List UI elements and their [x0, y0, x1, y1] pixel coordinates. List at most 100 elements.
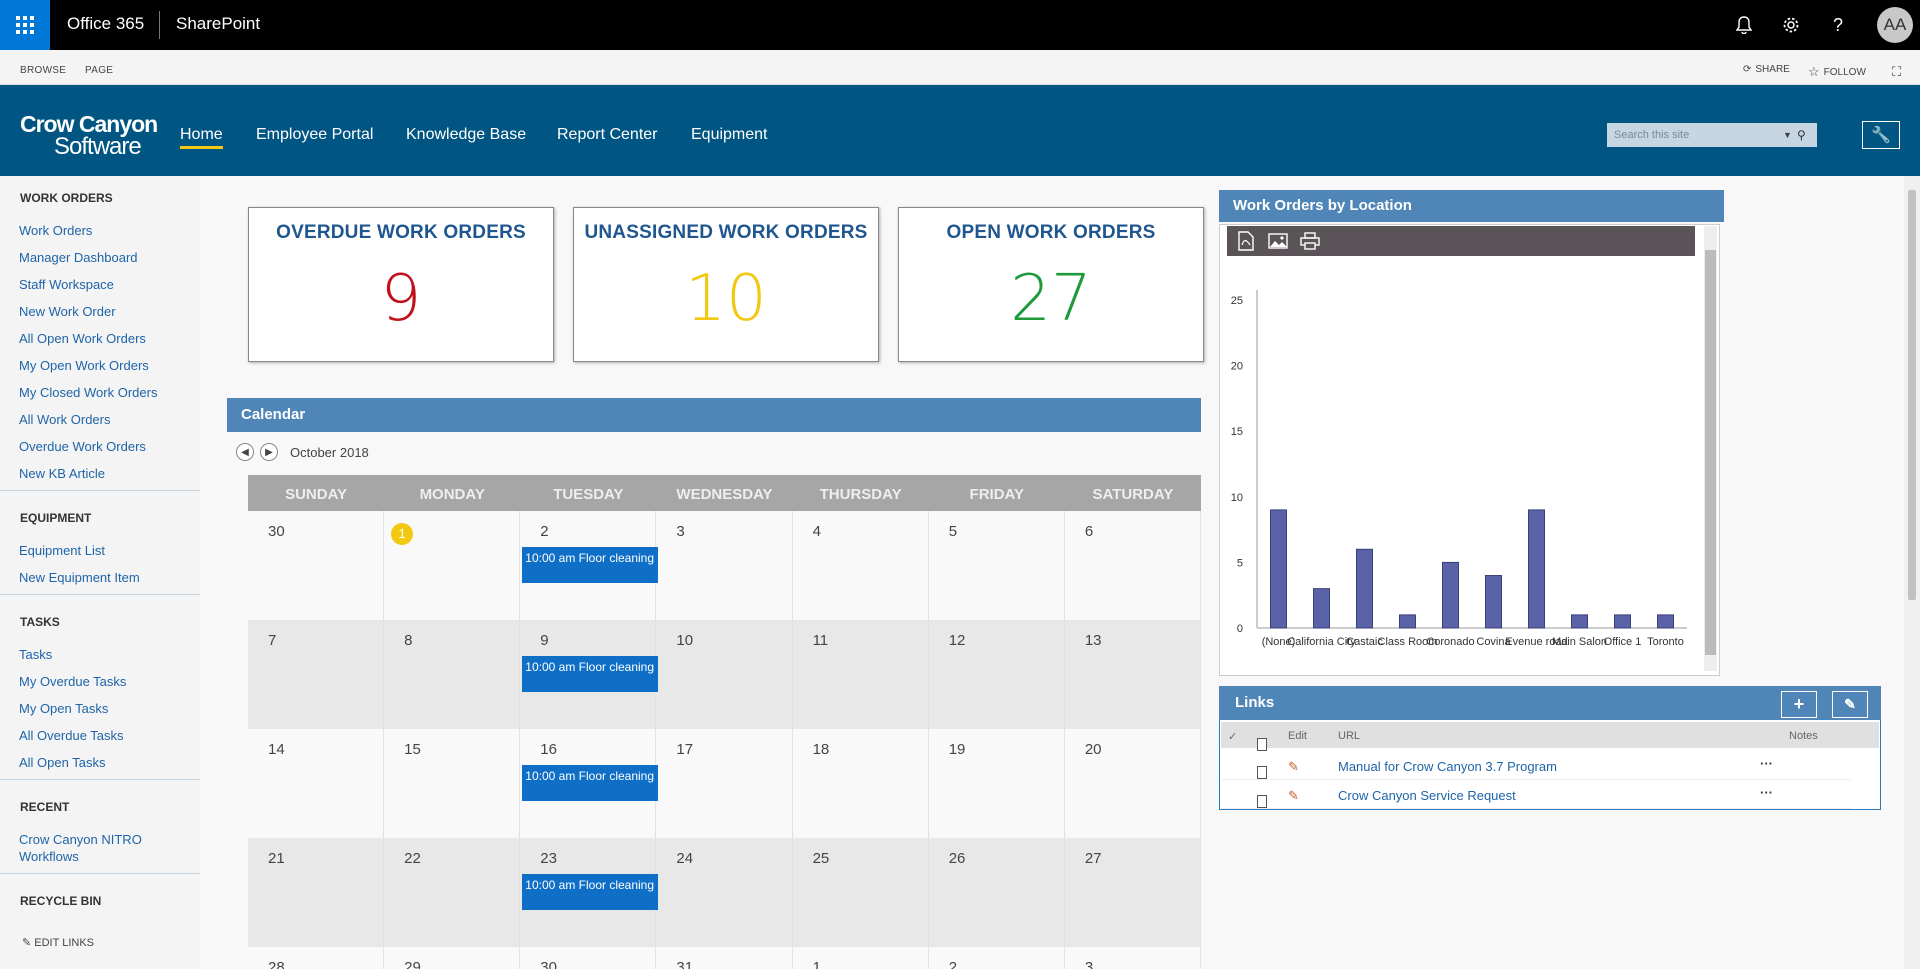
print-icon[interactable] [1299, 231, 1321, 251]
chart-scrollbar[interactable] [1704, 226, 1717, 671]
calendar-day-cell[interactable]: 23 10:00 am Floor cleaning [520, 838, 659, 947]
add-link-button[interactable]: + [1781, 691, 1817, 718]
calendar-day-cell[interactable]: 19 [929, 729, 1065, 838]
next-month-icon[interactable]: ▶ [260, 443, 278, 461]
calendar-day-cell[interactable]: 27 [1065, 838, 1201, 947]
topnav-equipment[interactable]: Equipment [691, 126, 768, 144]
column-edit[interactable]: Edit [1288, 730, 1307, 742]
nav-item-all-work-orders[interactable]: All Work Orders [19, 412, 111, 427]
nav-item-workflows[interactable]: Workflows [19, 849, 79, 864]
calendar-day-cell[interactable]: 9 10:00 am Floor cleaning [520, 620, 659, 729]
nav-recycle-bin[interactable]: RECYCLE BIN [20, 894, 101, 908]
nav-item-new-work-order[interactable]: New Work Order [19, 304, 116, 319]
column-notes[interactable]: Notes [1789, 730, 1818, 742]
more-options-icon[interactable]: ··· [1760, 756, 1773, 771]
calendar-day-cell[interactable]: 5 [929, 511, 1065, 620]
topnav-employee-portal[interactable]: Employee Portal [256, 126, 373, 144]
calendar-day-cell[interactable]: 16 10:00 am Floor cleaning [520, 729, 659, 838]
calendar-day-cell[interactable]: 1 [384, 511, 521, 620]
nav-item-all-overdue-tasks[interactable]: All Overdue Tasks [19, 728, 124, 743]
select-all-checkmark-icon[interactable]: ✓ [1228, 730, 1237, 743]
calendar-day-cell[interactable]: 29 [384, 947, 521, 969]
calendar-event[interactable]: 10:00 am Floor cleaning [522, 765, 659, 801]
table-row[interactable]: ✎ Crow Canyon Service Request ··· [1221, 781, 1851, 809]
edit-item-icon[interactable]: ✎ [1288, 788, 1299, 804]
bell-icon[interactable] [1731, 12, 1757, 38]
calendar-day-cell[interactable]: 25 [793, 838, 929, 947]
tab-browse[interactable]: BROWSE [20, 65, 66, 76]
calendar-day-cell[interactable]: 10 [656, 620, 793, 729]
nav-item-new-kb-article[interactable]: New KB Article [19, 466, 105, 481]
nav-item-equipment-list[interactable]: Equipment List [19, 543, 105, 558]
nav-item-my-overdue-tasks[interactable]: My Overdue Tasks [19, 674, 126, 689]
nav-item-tasks[interactable]: Tasks [19, 647, 52, 662]
pdf-icon[interactable] [1235, 231, 1257, 251]
calendar-event[interactable]: 10:00 am Floor cleaning [522, 874, 659, 910]
nav-item-work-orders[interactable]: Work Orders [19, 223, 92, 238]
focus-content-icon[interactable]: ⛶ [1892, 64, 1901, 80]
nav-item-all-open-work-orders[interactable]: All Open Work Orders [19, 331, 146, 346]
help-icon[interactable]: ? [1825, 12, 1851, 38]
column-url[interactable]: URL [1338, 730, 1360, 742]
nav-item-my-open-tasks[interactable]: My Open Tasks [19, 701, 108, 716]
calendar-day-cell[interactable]: 12 [929, 620, 1065, 729]
calendar-event[interactable]: 10:00 am Floor cleaning [522, 656, 659, 692]
kpi-overdue-work-orders[interactable]: OVERDUE WORK ORDERS 9 [248, 207, 554, 362]
calendar-day-cell[interactable]: 11 [793, 620, 929, 729]
edit-item-icon[interactable]: ✎ [1288, 759, 1299, 775]
office365-link[interactable]: Office 365 [67, 14, 144, 34]
nav-heading-tasks[interactable]: TASKS [20, 615, 60, 629]
share-button[interactable]: ⟳ SHARE [1743, 64, 1790, 75]
calendar-day-cell[interactable]: 3 [1065, 947, 1201, 969]
site-settings-button[interactable]: 🔧 [1862, 121, 1900, 149]
nav-heading-equipment[interactable]: EQUIPMENT [20, 511, 91, 525]
calendar-day-cell[interactable]: 8 [384, 620, 521, 729]
edit-links-list-button[interactable]: ✎ [1832, 691, 1868, 718]
calendar-day-cell[interactable]: 15 [384, 729, 521, 838]
calendar-day-cell[interactable]: 3 [656, 511, 793, 620]
calendar-day-cell[interactable]: 17 [656, 729, 793, 838]
sharepoint-link[interactable]: SharePoint [176, 14, 260, 34]
calendar-day-cell[interactable]: 6 [1065, 511, 1201, 620]
previous-month-icon[interactable]: ◀ [236, 443, 254, 461]
nav-heading-recent[interactable]: RECENT [20, 800, 69, 814]
nav-item-new-equipment-item[interactable]: New Equipment Item [19, 570, 140, 585]
nav-item-all-open-tasks[interactable]: All Open Tasks [19, 755, 105, 770]
topnav-knowledge-base[interactable]: Knowledge Base [406, 126, 526, 144]
link-url[interactable]: Manual for Crow Canyon 3.7 Program [1338, 759, 1557, 774]
chart-scrollbar-thumb[interactable] [1705, 250, 1716, 655]
site-logo[interactable]: Crow Canyon Software [20, 113, 160, 159]
calendar-day-cell[interactable]: 1 [793, 947, 929, 969]
search-scope-dropdown-icon[interactable]: ▼ [1783, 130, 1797, 140]
calendar-day-cell[interactable]: 2 10:00 am Floor cleaning [520, 511, 659, 620]
nav-heading-work-orders[interactable]: WORK ORDERS [20, 191, 113, 205]
calendar-event[interactable]: 10:00 am Floor cleaning [522, 547, 659, 583]
nav-item-crow-canyon-nitro[interactable]: Crow Canyon NITRO [19, 832, 142, 847]
calendar-day-cell[interactable]: 13 [1065, 620, 1201, 729]
calendar-day-cell[interactable]: 30 [520, 947, 657, 969]
search-input[interactable]: Search this site [1607, 129, 1783, 141]
kpi-unassigned-work-orders[interactable]: UNASSIGNED WORK ORDERS 10 [573, 207, 879, 362]
calendar-day-cell[interactable]: 20 [1065, 729, 1201, 838]
calendar-day-cell[interactable]: 7 [248, 620, 385, 729]
nav-item-staff-workspace[interactable]: Staff Workspace [19, 277, 114, 292]
kpi-open-work-orders[interactable]: OPEN WORK ORDERS 27 [898, 207, 1204, 362]
calendar-day-cell[interactable]: 14 [248, 729, 385, 838]
avatar[interactable]: AA [1877, 7, 1913, 43]
calendar-day-cell[interactable]: 22 [384, 838, 521, 947]
calendar-day-cell[interactable]: 2 [929, 947, 1065, 969]
calendar-day-cell[interactable]: 21 [248, 838, 385, 947]
topnav-home[interactable]: Home [180, 126, 223, 149]
gear-icon[interactable] [1778, 12, 1804, 38]
follow-button[interactable]: ☆ FOLLOW [1808, 64, 1866, 80]
image-icon[interactable] [1267, 231, 1289, 251]
calendar-day-cell[interactable]: 28 [248, 947, 385, 969]
calendar-day-cell[interactable]: 24 [656, 838, 793, 947]
nav-item-overdue-work-orders[interactable]: Overdue Work Orders [19, 439, 146, 454]
page-scrollbar[interactable] [1904, 176, 1920, 969]
tab-page[interactable]: PAGE [85, 65, 113, 76]
nav-item-manager-dashboard[interactable]: Manager Dashboard [19, 250, 138, 265]
link-url[interactable]: Crow Canyon Service Request [1338, 788, 1516, 803]
calendar-day-cell[interactable]: 31 [656, 947, 793, 969]
edit-links-button[interactable]: ✎ EDIT LINKS [22, 936, 94, 949]
